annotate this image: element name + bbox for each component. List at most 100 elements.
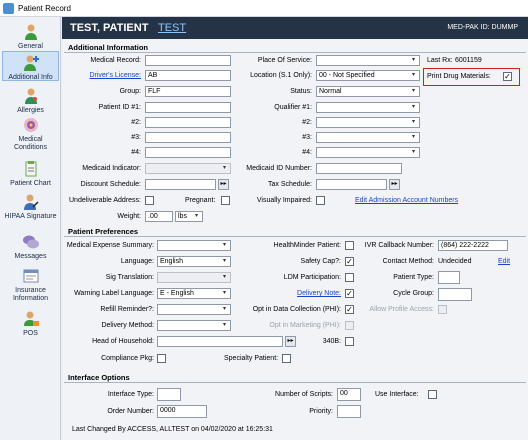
drivers-license-link[interactable]: Driver's License: [64, 72, 141, 79]
use-interface-label: Use Interface: [375, 391, 419, 398]
patient-id1-input[interactable] [145, 102, 231, 113]
location-value: 00 - Not Specified [319, 72, 375, 79]
language-dropdown[interactable]: English ▾ [157, 256, 231, 267]
ivr-callback-input[interactable]: (864) 222-2222 [438, 240, 508, 251]
place-of-service-dropdown[interactable]: ▾ [316, 55, 420, 66]
qualifier2-dropdown[interactable]: ▾ [316, 117, 420, 128]
medicaid-indicator-dropdown[interactable]: ▾ [145, 163, 231, 174]
qualifier3-dropdown[interactable]: ▾ [316, 132, 420, 143]
opt-in-marketing-checkbox[interactable] [345, 321, 354, 330]
sidebar-item-medical-conditions[interactable]: Medical Conditions [2, 116, 59, 152]
warning-label-language-dropdown[interactable]: E - English ▾ [157, 288, 231, 299]
delivery-note-link[interactable]: Delivery Note: [237, 290, 341, 297]
status-dropdown[interactable]: Normal ▾ [316, 86, 420, 97]
edit-contact-link[interactable]: Edit [498, 258, 510, 265]
sidebar-item-label: Additional Info [8, 74, 53, 81]
order-number-input[interactable]: 0000 [157, 405, 207, 418]
cycle-group-input[interactable] [438, 288, 472, 301]
medicaid-id-input[interactable] [316, 163, 402, 174]
sidebar-item-insurance-information[interactable]: Insurance Information [2, 267, 59, 303]
group-input[interactable]: FLF [145, 86, 231, 97]
contact-method-value: Undecided [438, 258, 472, 265]
sig-translation-dropdown[interactable]: ▾ [157, 272, 231, 283]
sidebar-item-messages[interactable]: Messages [2, 233, 59, 261]
patient-type-input[interactable] [438, 271, 460, 284]
opt-in-data-checkbox[interactable]: ✓ [345, 305, 354, 314]
status-label: Status: [290, 88, 312, 95]
chevron-down-icon: ▾ [411, 72, 415, 78]
patient-name: TEST, PATIENT [70, 22, 149, 34]
ivr-callback-label: IVR Callback Number: [364, 242, 434, 249]
refill-reminder-dropdown[interactable]: ▾ [157, 304, 231, 315]
healthminder-label: HealthMinder Patient: [273, 242, 341, 249]
allow-profile-access-label: Allow Profile Access: [369, 306, 434, 313]
sidebar-item-label: Medical Conditions [13, 136, 48, 151]
insurance-icon [23, 269, 38, 283]
window-title: Patient Record [18, 3, 71, 13]
condition-icon [23, 118, 38, 132]
ldm-participation-checkbox[interactable] [345, 273, 354, 282]
messages-icon [22, 235, 39, 249]
patient-id4-input[interactable] [145, 147, 231, 158]
chart-icon [25, 161, 36, 177]
app-icon [3, 2, 14, 14]
sidebar-item-label: POS [23, 330, 38, 337]
medical-record-input[interactable] [145, 55, 231, 66]
sidebar-item-patient-chart[interactable]: Patient Chart [2, 160, 59, 188]
safety-cap-label: Safety Cap?: [300, 258, 341, 265]
undeliverable-address-checkbox[interactable] [145, 196, 154, 205]
sidebar: General Additional Info Allergies Medica… [0, 17, 61, 440]
drivers-license-input[interactable]: AB [145, 70, 231, 81]
use-interface-checkbox[interactable] [428, 390, 437, 399]
visually-impaired-checkbox[interactable] [316, 196, 325, 205]
tax-schedule-button[interactable]: ▸▸ [389, 179, 400, 190]
sidebar-item-allergies[interactable]: Allergies [2, 87, 59, 115]
priority-input[interactable] [337, 405, 361, 418]
qualifier4-label: #4: [302, 149, 312, 156]
allergy-icon [24, 88, 37, 104]
print-drug-materials-checkbox[interactable]: ✓ [503, 72, 512, 81]
tax-schedule-input[interactable] [316, 179, 387, 190]
compliance-pkg-checkbox[interactable] [157, 354, 166, 363]
sidebar-item-hipaa-signature[interactable]: HIPAA Signature [2, 193, 59, 221]
patient-id3-input[interactable] [145, 132, 231, 143]
340b-checkbox[interactable] [345, 337, 354, 346]
edit-admission-link[interactable]: Edit Admission Account Numbers [355, 197, 458, 204]
pregnant-label: Pregnant: [185, 197, 216, 204]
language-value: English [160, 258, 183, 265]
location-dropdown[interactable]: 00 - Not Specified ▾ [316, 70, 420, 81]
discount-schedule-button[interactable]: ▸▸ [218, 179, 229, 190]
specialty-patient-checkbox[interactable] [282, 354, 291, 363]
sidebar-item-label: Insurance Information [12, 287, 49, 302]
delivery-note-checkbox[interactable]: ✓ [345, 289, 354, 298]
patient-id2-input[interactable] [145, 117, 231, 128]
discount-schedule-label: Discount Schedule: [80, 181, 141, 188]
patient-link[interactable]: TEST [158, 22, 186, 34]
number-of-scripts-input[interactable]: 00 [337, 388, 361, 401]
chevron-down-icon: ▾ [222, 306, 226, 312]
medicaid-id-label: Medicaid ID Number: [246, 165, 312, 172]
interface-type-input[interactable] [157, 388, 181, 401]
safety-cap-checkbox[interactable]: ✓ [345, 257, 354, 266]
sidebar-item-additional-info[interactable]: Additional Info [2, 51, 59, 81]
weight-input[interactable]: .00 [145, 211, 173, 222]
pregnant-checkbox[interactable] [221, 196, 230, 205]
chevron-down-icon: ▾ [222, 165, 226, 171]
qualifier1-dropdown[interactable]: ▾ [316, 102, 420, 113]
delivery-method-dropdown[interactable]: ▾ [157, 320, 231, 331]
chevron-down-icon: ▾ [411, 149, 415, 155]
order-number-label: Order Number: [107, 408, 154, 415]
delivery-method-label: Delivery Method: [101, 322, 154, 329]
last-rx-label: Last Rx: [427, 57, 453, 64]
weight-unit-dropdown[interactable]: lbs ▾ [175, 211, 203, 222]
medical-expense-dropdown[interactable]: ▾ [157, 240, 231, 251]
priority-label: Priority: [309, 408, 333, 415]
sidebar-item-general[interactable]: General [2, 23, 59, 51]
refill-reminder-label: Refill Reminder?: [100, 306, 154, 313]
healthminder-checkbox[interactable] [345, 241, 354, 250]
discount-schedule-input[interactable] [145, 179, 216, 190]
warning-label-language-label: Warning Label Language: [74, 290, 154, 297]
allow-profile-access-checkbox[interactable] [438, 305, 447, 314]
sidebar-item-pos[interactable]: POS [2, 310, 59, 338]
qualifier4-dropdown[interactable]: ▾ [316, 147, 420, 158]
